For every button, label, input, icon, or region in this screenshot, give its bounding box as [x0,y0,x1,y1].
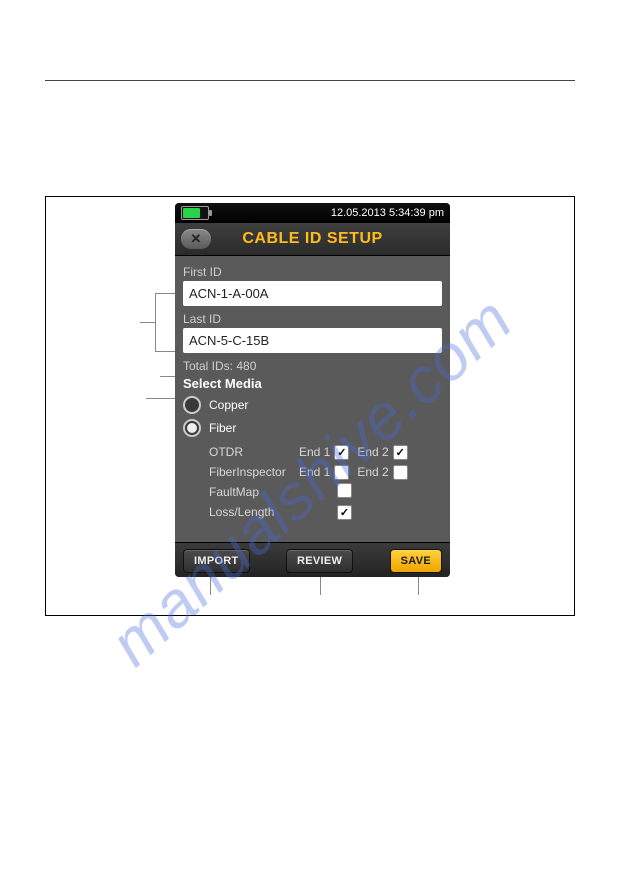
option-fiberinspector: FiberInspector End 1 End 2 [209,462,442,482]
checkbox-losslength[interactable]: ✓ [337,505,352,520]
option-label: OTDR [209,445,299,459]
save-button[interactable]: SAVE [390,549,442,573]
battery-icon [181,206,209,220]
fiber-options: OTDR End 1 ✓ End 2 ✓ FiberInspector End … [209,442,442,522]
end1-label: End 1 [299,445,330,459]
first-id-label: First ID [183,265,442,279]
top-rule [45,80,575,81]
checkbox-otdr-end2[interactable]: ✓ [393,445,408,460]
select-media-label: Select Media [183,376,442,391]
import-button[interactable]: IMPORT [183,549,250,573]
radio-copper[interactable]: Copper [183,396,442,414]
first-id-input[interactable]: ACN-1-A-00A [183,281,442,306]
end1-label: End 1 [299,465,330,479]
radio-label: Fiber [209,421,236,435]
radio-icon [183,419,201,437]
status-bar: 12.05.2013 5:34:39 pm [175,203,450,223]
title-bar: ✕ CABLE ID SETUP [175,223,450,256]
device-screen: 12.05.2013 5:34:39 pm ✕ CABLE ID SETUP F… [175,203,450,577]
total-ids-label: Total IDs: 480 [183,359,442,373]
option-label: FiberInspector [209,465,299,479]
end2-label: End 2 [357,445,388,459]
status-datetime: 12.05.2013 5:34:39 pm [331,207,444,219]
option-faultmap: FaultMap [209,482,442,502]
review-button[interactable]: REVIEW [286,549,353,573]
end2-label: End 2 [357,465,388,479]
form-content: First ID ACN-1-A-00A Last ID ACN-5-C-15B… [175,256,450,542]
option-label: Loss/Length [209,505,299,519]
bottom-bar: IMPORT REVIEW SAVE [175,542,450,577]
checkbox-fi-end2[interactable] [393,465,408,480]
option-label: FaultMap [209,485,299,499]
checkbox-faultmap[interactable] [337,483,352,498]
last-id-input[interactable]: ACN-5-C-15B [183,328,442,353]
option-otdr: OTDR End 1 ✓ End 2 ✓ [209,442,442,462]
checkbox-otdr-end1[interactable]: ✓ [334,445,349,460]
option-losslength: Loss/Length ✓ [209,502,442,522]
radio-icon [183,396,201,414]
callout-line [140,322,155,323]
last-id-label: Last ID [183,312,442,326]
callout-bracket [155,293,156,351]
radio-fiber[interactable]: Fiber [183,419,442,437]
page-title: CABLE ID SETUP [181,230,444,248]
checkbox-fi-end1[interactable] [334,465,349,480]
radio-label: Copper [209,398,248,412]
